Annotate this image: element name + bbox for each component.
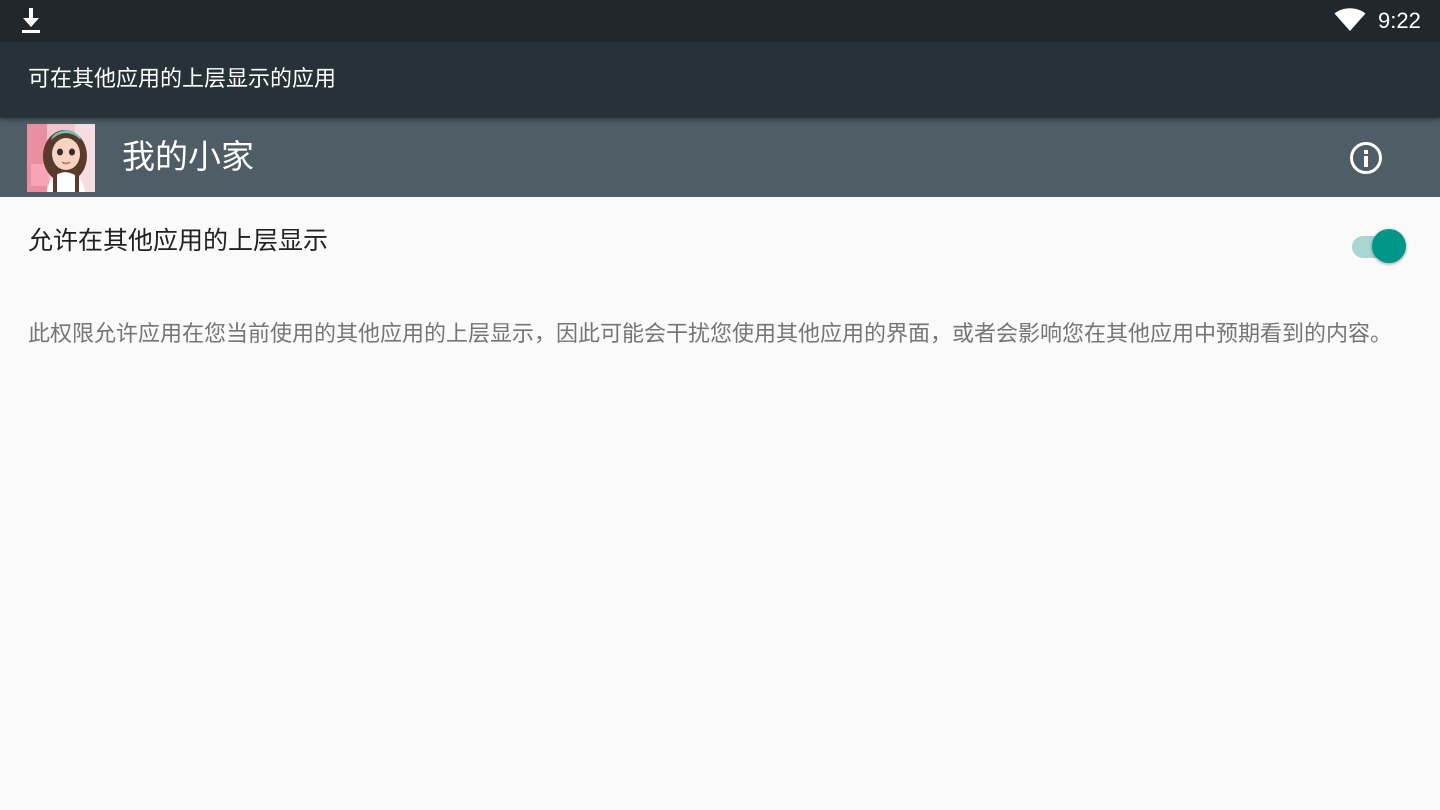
app-header: 我的小家	[0, 118, 1440, 197]
status-bar: 9:22	[0, 0, 1440, 42]
download-icon	[22, 8, 40, 33]
app-bar: 可在其他应用的上层显示的应用	[0, 42, 1440, 118]
status-bar-clock: 9:22	[1378, 8, 1421, 33]
permission-summary: 此权限允许应用在您当前使用的其他应用的上层显示，因此可能会干扰您使用其他应用的界…	[28, 322, 1393, 347]
allow-overlay-switch[interactable]	[1350, 224, 1410, 263]
page-title: 可在其他应用的上层显示的应用	[28, 67, 337, 92]
app-icon	[27, 124, 95, 192]
wifi-icon	[1334, 8, 1366, 31]
preference-title: 允许在其他应用的上层显示	[28, 226, 329, 255]
app-name: 我的小家	[122, 137, 254, 176]
switch-thumb	[1372, 229, 1406, 263]
app-info-button[interactable]	[1344, 136, 1388, 180]
info-icon	[1350, 142, 1382, 174]
allow-overlay-preference[interactable]: 允许在其他应用的上层显示	[0, 197, 1440, 289]
